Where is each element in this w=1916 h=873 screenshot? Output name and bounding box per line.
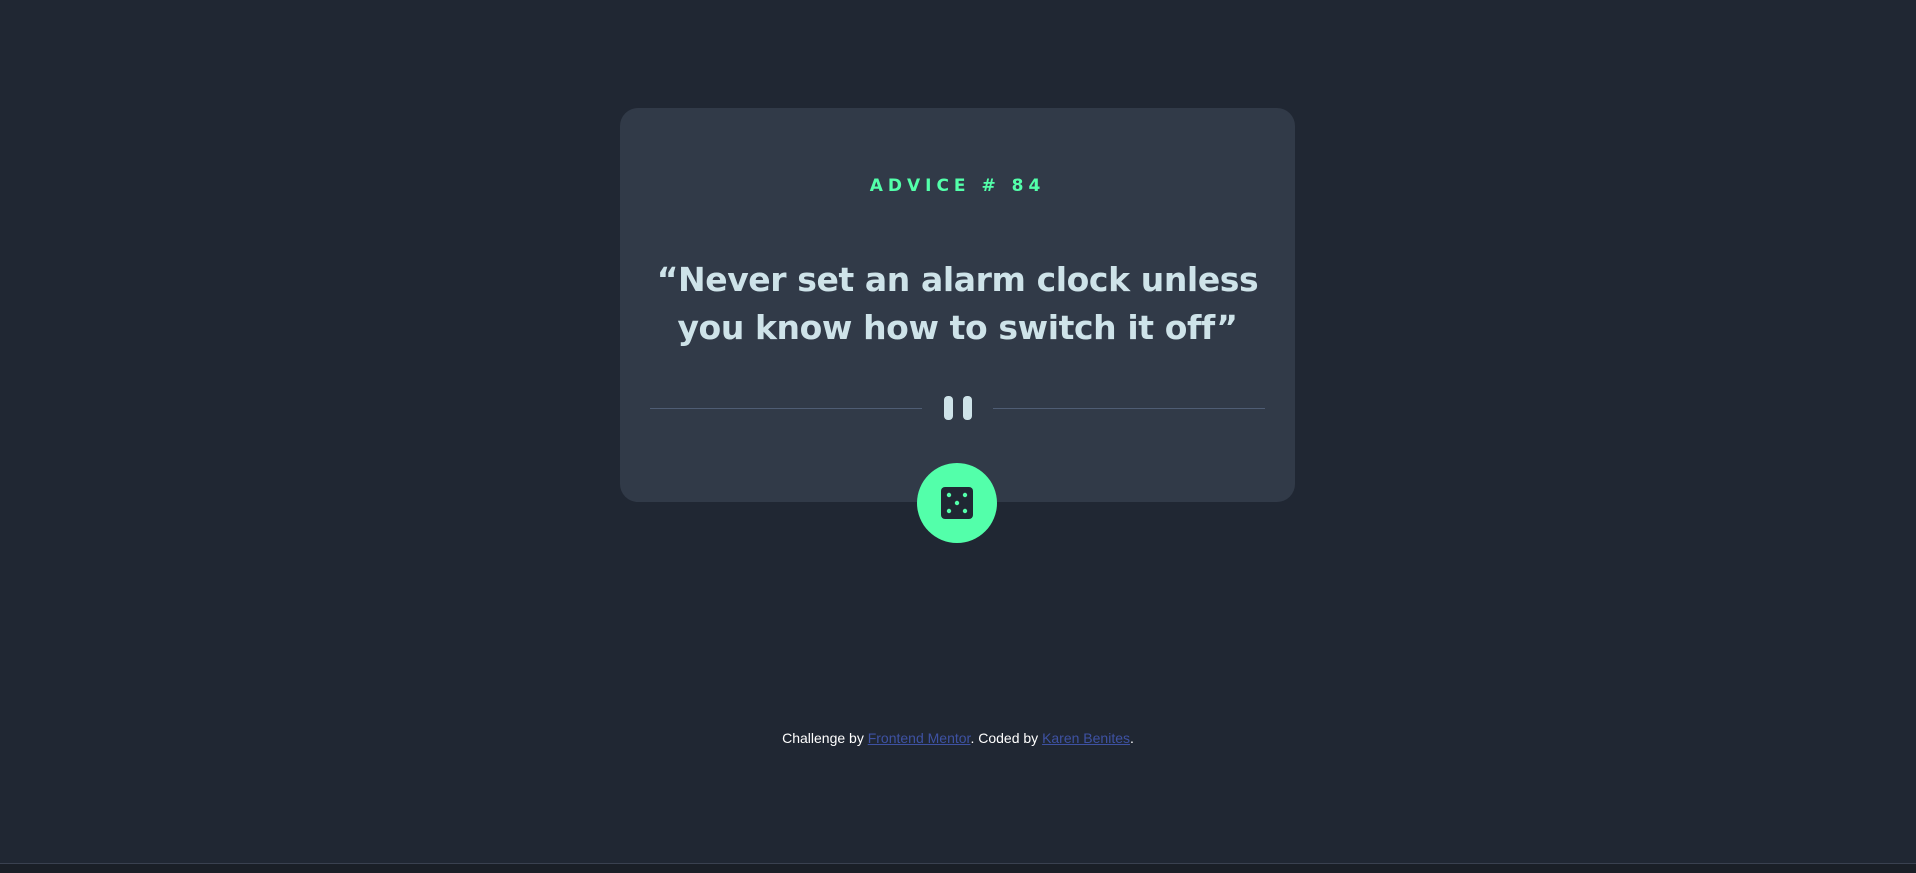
divider-line-right [993,408,1265,409]
footer-suffix: . [1130,730,1134,746]
frontend-mentor-link[interactable]: Frontend Mentor [868,730,971,746]
pause-icon [943,396,972,420]
footer-middle: . Coded by [970,730,1039,746]
dice-icon [941,487,973,519]
advice-number: 84 [1011,176,1046,196]
footer-prefix: Challenge by [782,730,864,746]
attribution-footer: Challenge by Frontend Mentor. Coded by K… [0,730,1916,746]
author-link[interactable]: Karen Benites [1042,730,1130,746]
advice-heading: ADVICE # 84 [620,176,1295,196]
divider-line-left [650,408,922,409]
advice-card: ADVICE # 84 “Never set an alarm clock un… [620,108,1295,502]
advice-quote: “Never set an alarm clock unless you kno… [656,260,1259,347]
advice-label: ADVICE # [869,176,1001,196]
new-advice-button[interactable] [917,463,997,543]
bottom-bar [0,863,1916,873]
pattern-divider [650,395,1265,421]
